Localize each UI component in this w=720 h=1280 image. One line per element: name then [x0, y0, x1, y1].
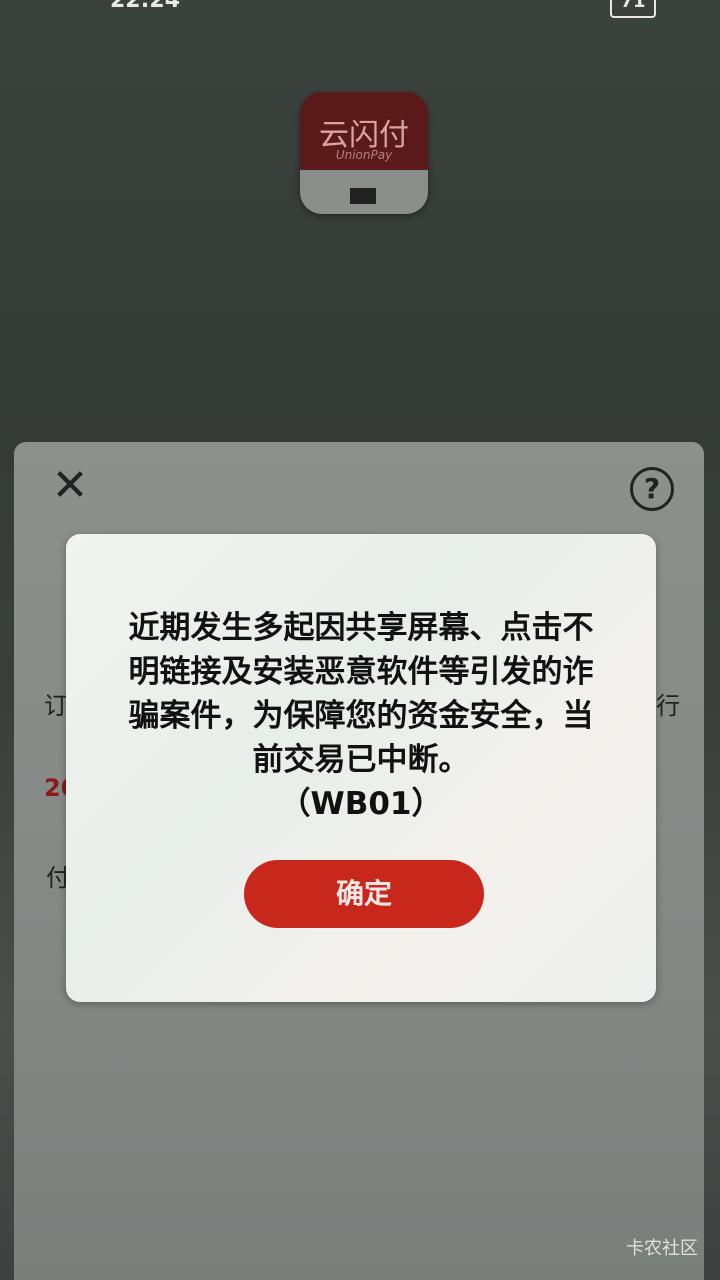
- fraud-warning-dialog: 近期发生多起因共享屏幕、点击不明链接及安装恶意软件等引发的诈骗案件，为保障您的资…: [66, 534, 656, 1002]
- app-logo: 云闪付 UnionPay: [300, 92, 428, 214]
- watermark: 卡农社区: [626, 1238, 698, 1259]
- status-time: 22:24: [110, 0, 181, 13]
- bank-label: 行: [656, 692, 680, 720]
- card-chip-icon: [350, 188, 376, 204]
- close-icon[interactable]: ✕: [50, 464, 90, 508]
- confirm-button[interactable]: 确定: [244, 860, 484, 928]
- dialog-error-code: （WB01）: [279, 786, 443, 822]
- dialog-message-text: 近期发生多起因共享屏幕、点击不明链接及安装恶意软件等引发的诈骗案件，为保障您的资…: [128, 610, 594, 778]
- order-label: 订: [44, 692, 68, 720]
- status-bar: 22:24 71: [0, 0, 720, 22]
- app-logo-subtitle: UnionPay: [335, 148, 393, 162]
- battery-icon: 71: [610, 0, 656, 18]
- dialog-message: 近期发生多起因共享屏幕、点击不明链接及安装恶意软件等引发的诈骗案件，为保障您的资…: [126, 606, 596, 826]
- help-icon[interactable]: ?: [630, 467, 674, 511]
- battery-level: 71: [620, 0, 646, 12]
